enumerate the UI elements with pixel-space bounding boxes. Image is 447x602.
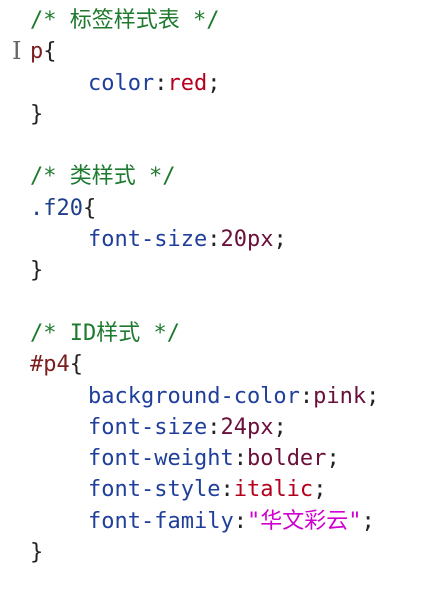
colon: :: [220, 477, 234, 503]
comment-tag-styles: /* 标签样式表 */: [30, 8, 220, 33]
code-line: font-size:20px;: [0, 224, 447, 255]
colon: :: [154, 70, 168, 96]
code-line: background-color:pink;: [0, 381, 447, 412]
semicolon: ;: [273, 227, 287, 253]
property-name: color: [88, 70, 155, 96]
selector-f20: .f20: [30, 195, 83, 221]
semicolon: ;: [313, 477, 327, 503]
code-line: color:red;: [0, 68, 447, 99]
code-line: /* 类样式 */: [0, 161, 447, 192]
property-name: font-size: [88, 227, 208, 253]
property-value: 24px: [220, 414, 274, 440]
property-name: background-color: [88, 383, 300, 409]
code-line: /* 标签样式表 */: [0, 5, 447, 36]
code-line: }: [0, 537, 447, 568]
semicolon: ;: [273, 414, 287, 440]
property-name: font-family: [88, 508, 234, 534]
code-line: Ip{: [0, 36, 447, 67]
property-name: font-size: [88, 414, 208, 440]
property-value: italic: [233, 477, 314, 503]
code-line: font-size:24px;: [0, 412, 447, 443]
colon: :: [299, 383, 314, 409]
code-line: }: [0, 99, 447, 130]
code-line: font-family:"华文彩云";: [0, 506, 447, 537]
property-value: 20px: [220, 227, 274, 253]
open-brace: {: [69, 352, 83, 378]
comment-class-styles: /* 类样式 */: [30, 164, 176, 190]
code-line: font-style:italic;: [0, 474, 447, 505]
semicolon: ;: [207, 70, 221, 96]
code-line: .f20{: [0, 193, 447, 224]
code-editor[interactable]: /* 标签样式表 */ Ip{ color:red; } /* 类样式 */ .…: [0, 0, 447, 602]
code-line: font-weight:bolder;: [0, 443, 447, 474]
open-brace: {: [82, 195, 97, 221]
colon: :: [233, 508, 247, 534]
code-line: /* ID样式 */: [0, 318, 447, 349]
open-brace: {: [43, 39, 57, 65]
comment-id-styles: /* ID样式 */: [30, 320, 180, 346]
property-value: red: [167, 70, 208, 96]
code-line: }: [0, 255, 447, 286]
colon: :: [207, 227, 221, 253]
property-value: pink: [313, 383, 367, 409]
selector-p4: #p4: [30, 352, 70, 378]
property-name: font-style: [88, 477, 221, 503]
selector-p: p: [30, 39, 44, 65]
semicolon: ;: [326, 446, 340, 472]
close-brace: }: [30, 540, 44, 566]
close-brace: }: [30, 101, 44, 127]
text-cursor-icon: I: [12, 37, 22, 66]
property-value: bolder: [246, 446, 327, 472]
semicolon: ;: [361, 508, 375, 534]
property-name: font-weight: [88, 446, 234, 472]
code-line: #p4{: [0, 349, 447, 380]
close-brace: }: [30, 258, 44, 284]
semicolon: ;: [366, 383, 380, 409]
property-value-string: "华文彩云": [246, 508, 362, 534]
colon: :: [233, 446, 247, 472]
colon: :: [207, 414, 221, 440]
